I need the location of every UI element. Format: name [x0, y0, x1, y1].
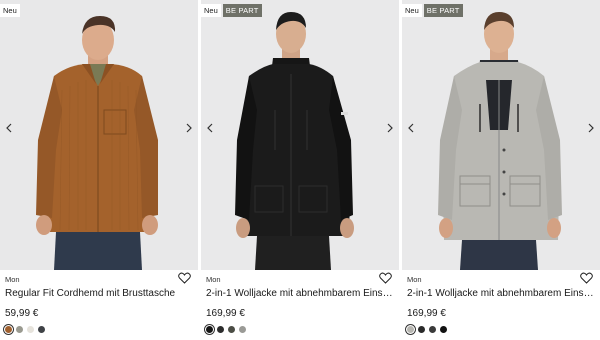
be-part-badge: BE PART — [222, 4, 262, 17]
product-card[interactable]: Neu Mon Regular Fit Cordhemd mit Brustta… — [0, 0, 198, 340]
heart-icon — [379, 272, 392, 284]
chevron-right-icon — [387, 123, 393, 133]
product-image[interactable] — [402, 0, 600, 270]
new-badge: Neu — [0, 4, 20, 17]
color-swatch[interactable] — [407, 326, 414, 333]
next-image-button[interactable] — [585, 120, 597, 136]
be-part-badge: BE PART — [423, 4, 463, 17]
chevron-left-icon — [6, 123, 12, 133]
product-price: 169,99 € — [407, 308, 446, 319]
color-swatch[interactable] — [440, 326, 447, 333]
product-title[interactable]: Regular Fit Cordhemd mit Brusttasche — [5, 288, 193, 299]
color-swatch[interactable] — [228, 326, 235, 333]
wishlist-button[interactable] — [379, 272, 392, 284]
new-badge: Neu — [402, 4, 422, 17]
color-swatch[interactable] — [429, 326, 436, 333]
chevron-right-icon — [186, 123, 192, 133]
color-swatches — [206, 326, 246, 333]
badge-group: Neu — [0, 4, 20, 17]
color-swatches — [407, 326, 447, 333]
chevron-right-icon — [588, 123, 594, 133]
color-swatch[interactable] — [27, 326, 34, 333]
product-card[interactable]: Neu BE PART Mon 2-in-1 Wolljacke mit abn… — [201, 0, 399, 340]
brand-label: Mon — [206, 275, 221, 284]
chevron-left-icon — [207, 123, 213, 133]
color-swatch[interactable] — [16, 326, 23, 333]
product-image[interactable] — [201, 0, 399, 270]
color-swatch[interactable] — [206, 326, 213, 333]
color-swatch[interactable] — [239, 326, 246, 333]
color-swatch[interactable] — [217, 326, 224, 333]
chevron-left-icon — [408, 123, 414, 133]
next-image-button[interactable] — [183, 120, 195, 136]
product-price: 59,99 € — [5, 308, 39, 319]
wishlist-button[interactable] — [580, 272, 593, 284]
product-grid: Neu Mon Regular Fit Cordhemd mit Brustta… — [0, 0, 600, 340]
heart-icon — [580, 272, 593, 284]
brand-label: Mon — [407, 275, 422, 284]
previous-image-button[interactable] — [3, 120, 15, 136]
color-swatch[interactable] — [38, 326, 45, 333]
product-title[interactable]: 2-in-1 Wolljacke mit abnehmbarem Einsatz — [407, 288, 595, 299]
new-badge: Neu — [201, 4, 221, 17]
product-price: 169,99 € — [206, 308, 245, 319]
heart-icon — [178, 272, 191, 284]
color-swatches — [5, 326, 45, 333]
next-image-button[interactable] — [384, 120, 396, 136]
previous-image-button[interactable] — [204, 120, 216, 136]
color-swatch[interactable] — [5, 326, 12, 333]
product-image[interactable] — [0, 0, 198, 270]
badge-group: Neu BE PART — [402, 4, 463, 17]
badge-group: Neu BE PART — [201, 4, 262, 17]
product-title[interactable]: 2-in-1 Wolljacke mit abnehmbarem Einsatz — [206, 288, 394, 299]
model-black-wool-jacket-image — [201, 0, 399, 270]
model-grey-wool-jacket-image — [402, 0, 600, 270]
previous-image-button[interactable] — [405, 120, 417, 136]
product-card[interactable]: Neu BE PART Mon 2-in-1 Wolljacke mit abn… — [402, 0, 600, 340]
color-swatch[interactable] — [418, 326, 425, 333]
brand-label: Mon — [5, 275, 20, 284]
model-corduroy-shirt-image — [0, 0, 198, 270]
wishlist-button[interactable] — [178, 272, 191, 284]
